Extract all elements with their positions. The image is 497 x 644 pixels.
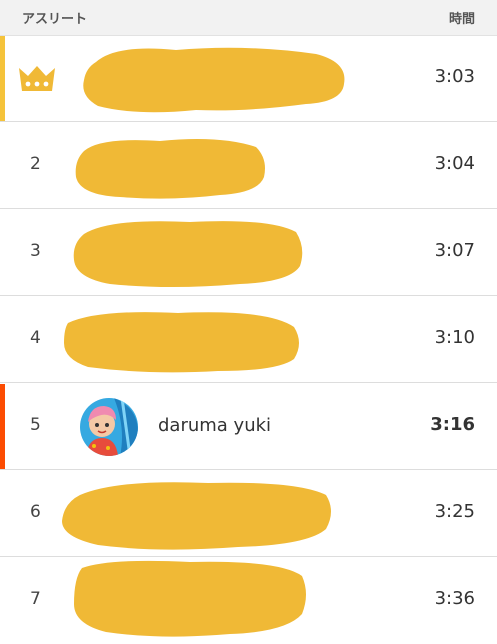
leaderboard-row[interactable]: 3:03: [0, 36, 497, 122]
rank-number: 5: [30, 415, 41, 435]
current-athlete-accent: [0, 384, 5, 469]
rank-number: 4: [30, 328, 41, 348]
leaderboard-row[interactable]: 4 3:10: [0, 297, 497, 383]
rank-number: 2: [30, 154, 41, 174]
rank-number: 6: [30, 502, 41, 522]
redacted-name: [64, 312, 299, 373]
rank-number: 7: [30, 589, 41, 609]
leaderboard-row[interactable]: 6 3:25: [0, 471, 497, 557]
time-column-header: 時間: [448, 12, 475, 27]
redacted-name: [83, 47, 345, 113]
leaderboard-row[interactable]: 3 3:07: [0, 210, 497, 296]
redacted-name: [75, 139, 266, 199]
finish-time: 3:04: [434, 153, 475, 174]
rank-number: 3: [30, 241, 41, 261]
finish-time: 3:03: [434, 66, 475, 87]
athlete-name-link[interactable]: daruma yuki: [158, 415, 271, 436]
avatar-icon[interactable]: [80, 398, 138, 456]
leaderboard-row[interactable]: 2 3:04: [0, 123, 497, 209]
finish-time: 3:36: [434, 588, 475, 609]
finish-time: 3:10: [434, 327, 475, 348]
redacted-name: [73, 221, 303, 287]
finish-time: 3:07: [434, 240, 475, 261]
first-place-accent: [0, 36, 5, 121]
redacted-name: [62, 482, 331, 550]
leaderboard-header: アスリート 時間: [0, 0, 497, 36]
leaderboard-row-current[interactable]: 5 daruma yuki 3:16: [0, 384, 497, 470]
leaderboard-row[interactable]: 7 3:36: [0, 558, 497, 644]
redacted-name: [74, 560, 306, 637]
athlete-column-header: アスリート: [22, 12, 88, 27]
crown-icon: [17, 64, 57, 96]
finish-time: 3:25: [434, 501, 475, 522]
finish-time: 3:16: [430, 414, 475, 435]
